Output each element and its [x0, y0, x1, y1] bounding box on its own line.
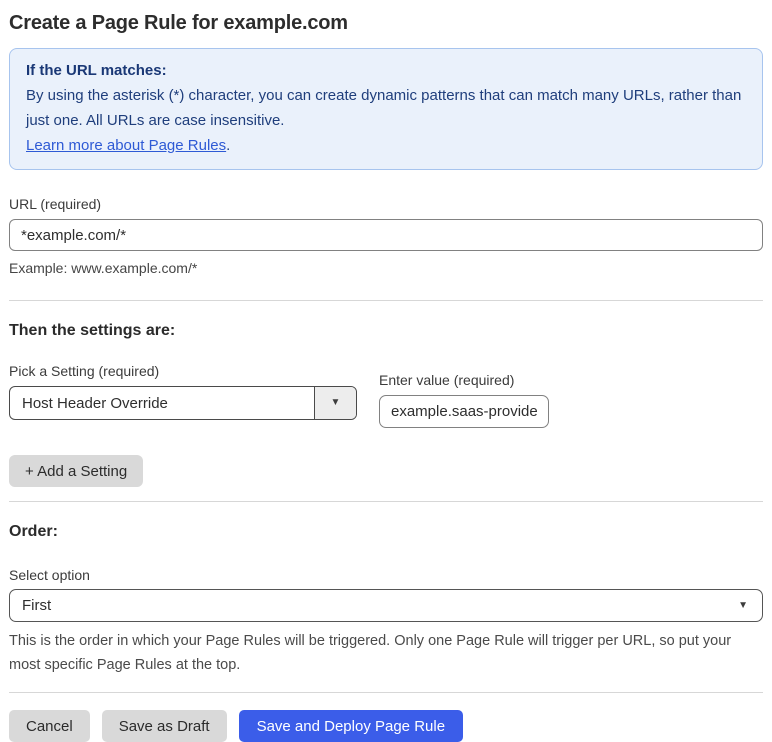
url-example-text: Example: www.example.com/* — [9, 260, 198, 276]
setting-select-value: Host Header Override — [22, 394, 168, 412]
create-page-rule-form: Create a Page Rule for example.com If th… — [0, 0, 772, 742]
order-select[interactable]: First ▼ — [9, 589, 763, 622]
order-section-heading: Order: — [9, 523, 58, 540]
setting-select-label: Pick a Setting (required) — [9, 363, 160, 379]
learn-more-link[interactable]: Learn more about Page Rules — [26, 137, 226, 154]
save-as-draft-button[interactable]: Save as Draft — [101, 710, 227, 742]
setting-select-arrow-button[interactable]: ▼ — [314, 387, 356, 419]
chevron-down-icon: ▼ — [738, 599, 748, 611]
divider — [9, 300, 763, 301]
value-field-label: Enter value (required) — [379, 372, 515, 388]
url-matches-info-box: If the URL matches: By using the asteris… — [9, 48, 763, 170]
page-title: Create a Page Rule for example.com — [9, 12, 348, 34]
link-period: . — [226, 137, 231, 154]
info-box-body: By using the asterisk (*) character, you… — [26, 87, 742, 129]
url-input[interactable] — [9, 219, 763, 251]
url-field-label: URL (required) — [9, 196, 102, 212]
footer-actions: Cancel Save as Draft Save and Deploy Pag… — [9, 710, 763, 742]
order-help-text: This is the order in which your Page Rul… — [9, 633, 732, 673]
setting-value-input[interactable] — [379, 395, 549, 428]
settings-row: Pick a Setting (required) Host Header Ov… — [9, 363, 763, 428]
divider — [9, 692, 763, 693]
save-and-deploy-button[interactable]: Save and Deploy Page Rule — [238, 710, 464, 742]
cancel-button[interactable]: Cancel — [9, 710, 90, 742]
divider — [9, 501, 763, 502]
order-select-label: Select option — [9, 567, 90, 583]
chevron-down-icon: ▼ — [330, 397, 341, 408]
info-box-link-line: Learn more about Page Rules. — [26, 133, 746, 158]
order-select-value: First — [22, 597, 52, 614]
value-column: Enter value (required) — [379, 372, 549, 428]
setting-column: Pick a Setting (required) Host Header Ov… — [9, 363, 357, 428]
add-setting-button[interactable]: + Add a Setting — [9, 455, 144, 487]
setting-select[interactable]: Host Header Override ▼ — [9, 386, 357, 420]
settings-section-heading: Then the settings are: — [9, 322, 176, 339]
info-box-heading: If the URL matches: — [26, 62, 167, 79]
